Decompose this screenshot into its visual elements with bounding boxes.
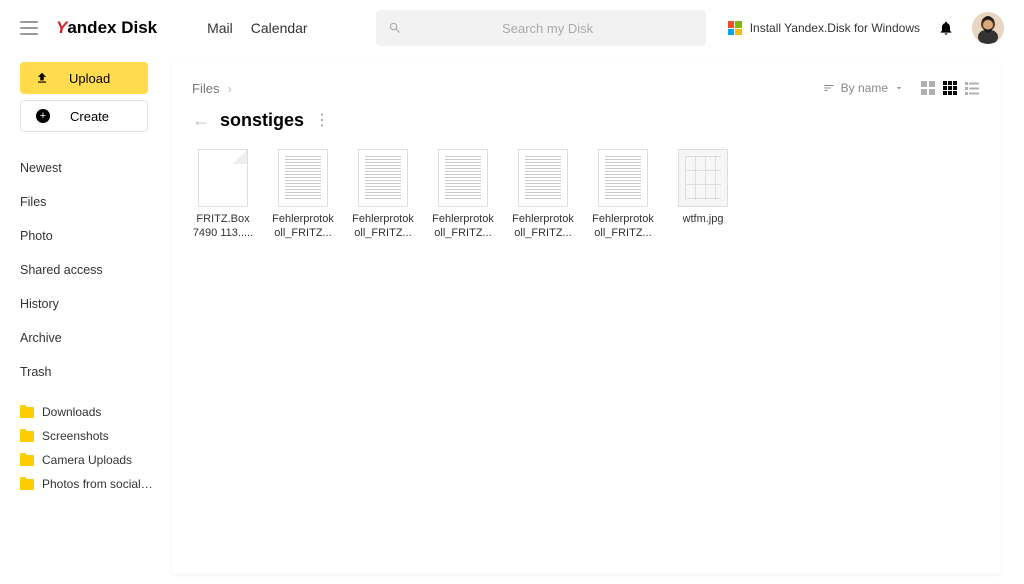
logo[interactable]: Yandex Disk	[56, 18, 157, 38]
file-thumb	[678, 149, 728, 207]
file-item[interactable]: Fehlerprotokoll_FRITZ...21.pdf	[592, 149, 654, 241]
sidebar-nav: Newest Files Photo Shared access History…	[20, 157, 172, 383]
search-placeholder: Search my Disk	[402, 21, 694, 36]
folder-camera-uploads[interactable]: Camera Uploads	[20, 453, 172, 467]
file-thumb	[198, 149, 248, 207]
windows-icon	[728, 21, 742, 35]
nav-newest[interactable]: Newest	[20, 157, 172, 179]
nav-archive[interactable]: Archive	[20, 327, 172, 349]
avatar[interactable]	[972, 12, 1004, 44]
sidebar: Upload + Create Newest Files Photo Share…	[0, 56, 172, 584]
folder-icon	[20, 431, 34, 442]
chevron-right-icon: ›	[227, 81, 231, 96]
create-button[interactable]: + Create	[20, 100, 148, 132]
header-links: Mail Calendar	[207, 20, 308, 36]
file-item[interactable]: wtfm.jpg	[672, 149, 734, 241]
install-label: Install Yandex.Disk for Windows	[750, 21, 920, 35]
logo-y: Y	[56, 18, 67, 38]
nav-files[interactable]: Files	[20, 191, 172, 213]
calendar-link[interactable]: Calendar	[251, 20, 308, 36]
toolbar-right: By name	[823, 80, 980, 96]
page-title: sonstiges	[220, 110, 304, 131]
file-item[interactable]: Fehlerprotokoll_FRITZ...19.pdf	[512, 149, 574, 241]
view-tiles-small[interactable]	[942, 80, 958, 96]
chevron-down-icon	[894, 83, 904, 93]
file-name: Fehlerprotokoll_FRITZ...01.pdf	[272, 213, 334, 241]
header-right: Install Yandex.Disk for Windows	[728, 12, 1004, 44]
nav-trash[interactable]: Trash	[20, 361, 172, 383]
back-arrow-icon[interactable]: ←	[192, 110, 210, 131]
upload-label: Upload	[69, 71, 110, 86]
logo-text: andex Disk	[67, 18, 157, 38]
folder-icon	[20, 407, 34, 418]
file-thumb	[518, 149, 568, 207]
nav-shared[interactable]: Shared access	[20, 259, 172, 281]
file-name: wtfm.jpg	[683, 213, 724, 227]
file-name: Fehlerprotokoll_FRITZ...02.pdf	[352, 213, 414, 241]
nav-photo[interactable]: Photo	[20, 225, 172, 247]
files-grid: FRITZ.Box 7490 113.....export Fehlerprot…	[192, 149, 980, 241]
file-item[interactable]: Fehlerprotokoll_FRITZ...17.pdf	[432, 149, 494, 241]
file-name: Fehlerprotokoll_FRITZ...21.pdf	[592, 213, 654, 241]
nav-history[interactable]: History	[20, 293, 172, 315]
file-thumb	[278, 149, 328, 207]
breadcrumb-root: Files	[192, 81, 219, 96]
file-name: FRITZ.Box 7490 113.....export	[192, 213, 254, 241]
body: Upload + Create Newest Files Photo Share…	[0, 56, 1024, 584]
view-list[interactable]	[964, 80, 980, 96]
view-tiles-large[interactable]	[920, 80, 936, 96]
search-input[interactable]: Search my Disk	[376, 10, 706, 46]
plus-icon: +	[36, 109, 50, 123]
file-item[interactable]: Fehlerprotokoll_FRITZ...01.pdf	[272, 149, 334, 241]
notifications-icon[interactable]	[938, 20, 954, 36]
install-link[interactable]: Install Yandex.Disk for Windows	[728, 21, 920, 35]
kebab-icon[interactable]: ⋮	[314, 113, 331, 129]
sort-label: By name	[841, 81, 888, 95]
create-label: Create	[70, 109, 109, 124]
folder-social-photos[interactable]: Photos from social ...	[20, 477, 172, 491]
folder-downloads[interactable]: Downloads	[20, 405, 172, 419]
main-panel: Files › By name ← sonstiges ⋮	[172, 62, 1000, 574]
sort-button[interactable]: By name	[823, 81, 904, 95]
sort-icon	[823, 82, 835, 94]
breadcrumb[interactable]: Files ›	[192, 81, 232, 96]
toolbar-row: Files › By name	[192, 80, 980, 96]
file-name: Fehlerprotokoll_FRITZ...19.pdf	[512, 213, 574, 241]
mail-link[interactable]: Mail	[207, 20, 233, 36]
file-item[interactable]: FRITZ.Box 7490 113.....export	[192, 149, 254, 241]
upload-icon	[35, 71, 49, 85]
upload-button[interactable]: Upload	[20, 62, 148, 94]
header: Yandex Disk Mail Calendar Search my Disk…	[0, 0, 1024, 56]
sidebar-folders: Downloads Screenshots Camera Uploads Pho…	[20, 405, 172, 491]
folder-icon	[20, 455, 34, 466]
view-switcher	[920, 80, 980, 96]
hamburger-icon[interactable]	[20, 21, 38, 35]
title-row: ← sonstiges ⋮	[192, 110, 980, 131]
file-name: Fehlerprotokoll_FRITZ...17.pdf	[432, 213, 494, 241]
file-thumb	[438, 149, 488, 207]
folder-icon	[20, 479, 34, 490]
file-thumb	[598, 149, 648, 207]
file-thumb	[358, 149, 408, 207]
file-item[interactable]: Fehlerprotokoll_FRITZ...02.pdf	[352, 149, 414, 241]
folder-screenshots[interactable]: Screenshots	[20, 429, 172, 443]
search-icon	[388, 21, 402, 35]
